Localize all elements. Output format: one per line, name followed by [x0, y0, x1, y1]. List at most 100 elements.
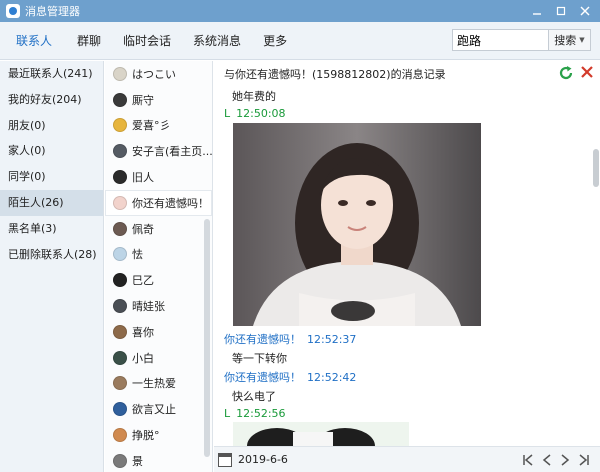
contact-list-scrollbar[interactable]: [204, 219, 210, 457]
message-scrollbar[interactable]: [593, 149, 599, 187]
contact-item[interactable]: 挣脱°: [105, 422, 212, 448]
search-button-label: 搜索: [554, 34, 577, 47]
tab-system-messages[interactable]: 系统消息: [182, 22, 252, 60]
message-sender-line: L 12:50:08: [224, 107, 286, 120]
search-button[interactable]: 搜索 ▼: [549, 29, 591, 51]
message-photo-partial[interactable]: [233, 422, 409, 446]
category-deleted[interactable]: 已删除联系人(28): [0, 242, 103, 268]
contact-item[interactable]: 景: [105, 448, 212, 472]
category-recent[interactable]: 最近联系人(241): [0, 61, 103, 87]
contact-item[interactable]: 晴娃张: [105, 293, 212, 319]
contact-item[interactable]: 安子言(看主页...: [105, 138, 212, 164]
photo-image: [233, 422, 409, 446]
contact-name: 晴娃张: [132, 300, 165, 314]
contact-name: 厮守: [132, 93, 154, 107]
contact-item[interactable]: 小白: [105, 345, 212, 371]
sender-name: 你还有遗憾吗！: [224, 371, 301, 384]
tab-temp-session[interactable]: 临时会话: [112, 22, 182, 60]
category-classmates[interactable]: 同学(0): [0, 164, 103, 190]
search-input[interactable]: [452, 29, 549, 51]
avatar: [113, 221, 127, 236]
contact-item[interactable]: 厮守: [105, 87, 212, 113]
contact-item[interactable]: 欲言又止: [105, 396, 212, 422]
avatar: [113, 273, 127, 288]
message-time: 12:52:56: [236, 407, 286, 420]
window-title: 消息管理器: [25, 5, 80, 18]
maximize-icon[interactable]: [550, 0, 572, 22]
photo-image: [233, 123, 481, 326]
category-my-friends[interactable]: 我的好友(204): [0, 87, 103, 113]
avatar: [113, 350, 127, 365]
contact-item[interactable]: 爱喜°彡: [105, 113, 212, 139]
prev-page-icon[interactable]: [542, 453, 552, 467]
title-bar: 消息管理器: [0, 0, 600, 22]
avatar: [113, 247, 127, 262]
window-controls: [526, 0, 596, 22]
message-panel: 与你还有遗憾吗！(1598812802)的消息记录 她年费的 L 12:50:08: [214, 61, 600, 446]
message-text: 等一下转你: [232, 352, 287, 365]
close-window-icon[interactable]: [574, 0, 596, 22]
contact-name: 挣脱°: [132, 429, 160, 443]
close-conversation-icon[interactable]: [580, 65, 594, 79]
contact-item[interactable]: 喜你: [105, 319, 212, 345]
first-page-icon[interactable]: [522, 453, 534, 467]
contact-item[interactable]: 佩奇: [105, 216, 212, 242]
tab-more[interactable]: 更多: [252, 22, 298, 60]
next-page-icon[interactable]: [560, 453, 570, 467]
contact-item[interactable]: 巳乙: [105, 267, 212, 293]
contact-name: 小白: [132, 351, 154, 365]
message-sender-line: L 12:52:56: [224, 407, 286, 420]
avatar: [113, 299, 127, 314]
category-blacklist[interactable]: 黑名单(3): [0, 216, 103, 242]
sender-name: L: [224, 407, 231, 420]
contact-item[interactable]: はつこい: [105, 61, 212, 87]
category-friends[interactable]: 朋友(0): [0, 113, 103, 139]
message-sender-line: 你还有遗憾吗！ 12:52:42: [224, 369, 356, 385]
contact-name: 旧人: [132, 171, 154, 185]
top-nav: 联系人 群聊 临时会话 系统消息 更多 搜索 ▼: [0, 22, 600, 60]
tab-contacts[interactable]: 联系人: [0, 22, 66, 60]
pager: [522, 447, 590, 472]
sender-name: 你还有遗憾吗！: [224, 333, 301, 346]
avatar: [113, 118, 127, 133]
minimize-icon[interactable]: [526, 0, 548, 22]
avatar: [113, 453, 127, 468]
app-logo-icon: [6, 4, 20, 18]
contact-name: 安子言(看主页...: [132, 145, 212, 159]
category-list: 最近联系人(241) 我的好友(204) 朋友(0) 家人(0) 同学(0) 陌…: [0, 61, 104, 472]
message-text: 她年费的: [232, 90, 276, 103]
avatar: [113, 66, 127, 81]
message-sender-line: 你还有遗憾吗！ 12:52:37: [224, 331, 356, 347]
avatar: [113, 144, 127, 159]
avatar: [113, 92, 127, 107]
message-photo[interactable]: [233, 123, 481, 326]
avatar: [113, 170, 127, 185]
contact-item[interactable]: 你还有遗憾吗！: [105, 189, 212, 216]
contact-name: 一生热爱: [132, 377, 176, 391]
contact-name: 怯: [132, 248, 143, 262]
date-text: 2019-6-6: [238, 453, 288, 466]
category-strangers[interactable]: 陌生人(26): [0, 189, 103, 216]
bottom-bar: 2019-6-6: [214, 446, 600, 472]
contact-item[interactable]: 怯: [105, 242, 212, 268]
contact-item[interactable]: 一生热爱: [105, 371, 212, 397]
message-time: 12:52:37: [307, 333, 357, 346]
refresh-icon[interactable]: [558, 65, 574, 81]
chevron-down-icon: ▼: [579, 36, 585, 44]
calendar-icon[interactable]: [218, 452, 232, 467]
message-time: 12:50:08: [236, 107, 286, 120]
contact-name: 爱喜°彡: [132, 119, 171, 133]
contact-item[interactable]: 旧人: [105, 164, 212, 190]
conversation-header: 与你还有遗憾吗！(1598812802)的消息记录: [224, 68, 446, 81]
tab-group-chat[interactable]: 群聊: [66, 22, 112, 60]
contact-name: 佩奇: [132, 222, 154, 236]
contact-name: はつこい: [132, 67, 176, 81]
contact-name: 巳乙: [132, 274, 154, 288]
contact-list: はつこい厮守爱喜°彡安子言(看主页... 旧人你还有遗憾吗！ 佩奇怯巳乙晴娃张喜你小…: [105, 61, 213, 472]
category-family[interactable]: 家人(0): [0, 138, 103, 164]
last-page-icon[interactable]: [578, 453, 590, 467]
contact-name: 你还有遗憾吗！: [132, 196, 209, 210]
contact-name: 喜你: [132, 325, 154, 339]
contact-name: 欲言又止: [132, 403, 176, 417]
avatar: [113, 376, 127, 391]
